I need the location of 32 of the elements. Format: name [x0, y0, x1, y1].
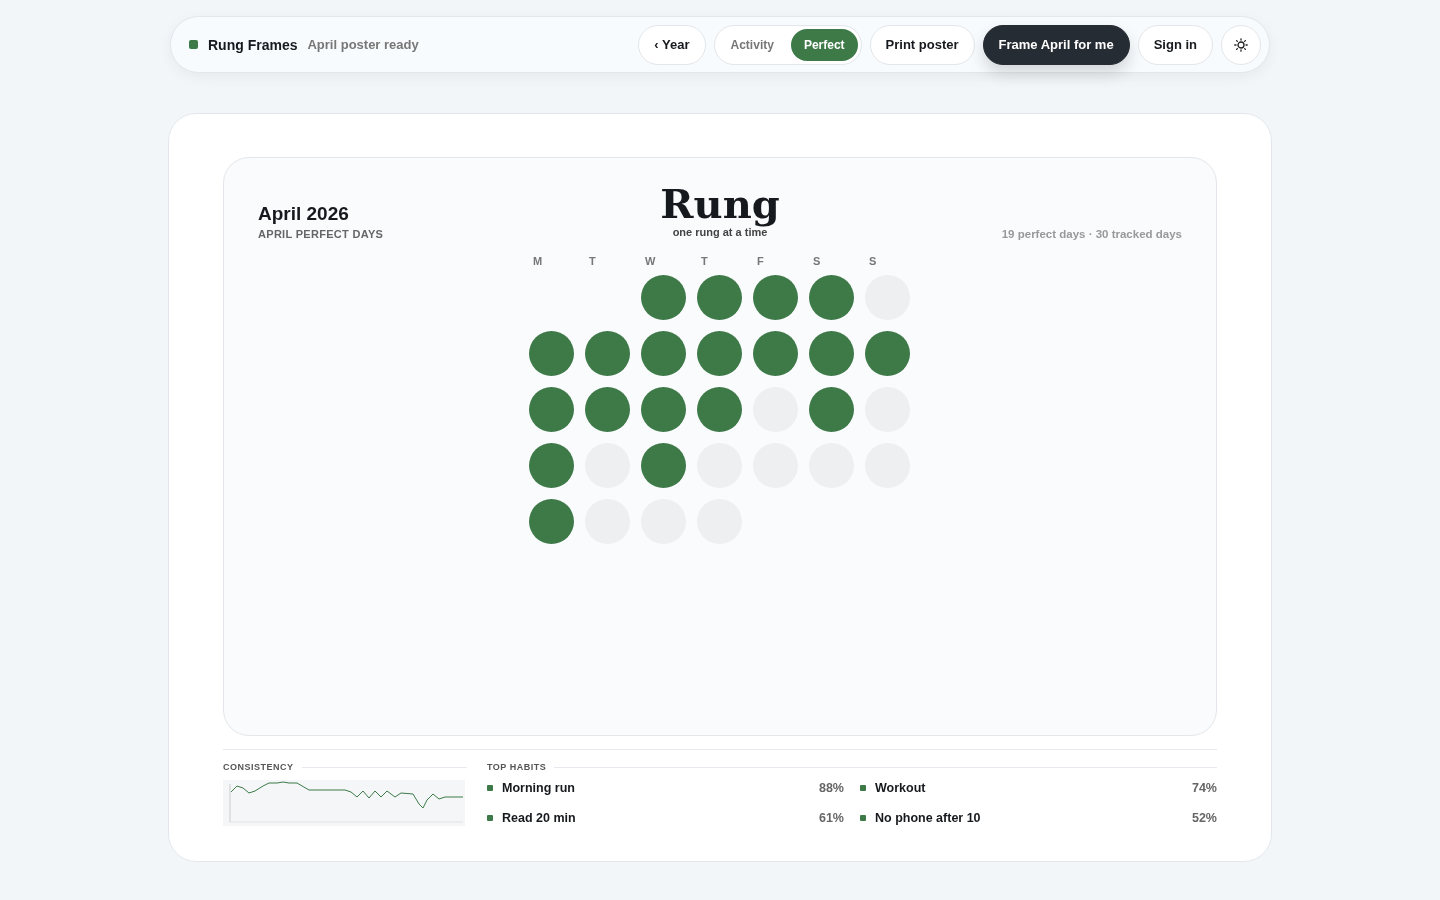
habit-percent: 52% — [1191, 811, 1217, 825]
sign-in-button[interactable]: Sign in — [1137, 24, 1213, 65]
habit-name: Read 20 min — [502, 811, 577, 825]
sun-icon — [1234, 37, 1248, 52]
habit-name: Morning run — [502, 781, 576, 795]
weekday-label: M — [532, 255, 544, 269]
summary-text: 19 perfect days · 30 tracked days — [1001, 228, 1182, 240]
habit-percent: 88% — [818, 781, 844, 795]
habit-percent: 74% — [1191, 781, 1217, 795]
poster-subtitle: APRIL PERFECT DAYS — [258, 228, 384, 240]
section-title: TOP HABITS — [487, 762, 547, 772]
weekday-label: F — [756, 255, 765, 269]
frame-button[interactable]: Frame April for me — [982, 24, 1130, 65]
print-button[interactable]: Print poster — [869, 24, 975, 65]
tagline: one rung at a time — [672, 226, 768, 238]
theme-button[interactable] — [1221, 24, 1261, 65]
weekday-label: T — [700, 255, 709, 269]
weekday-label: S — [812, 255, 822, 269]
status-text: April poster ready — [307, 37, 419, 52]
weekday-label: T — [588, 255, 597, 269]
logo-text: Rung — [660, 180, 780, 228]
weekday-label: S — [868, 255, 878, 269]
habit-percent: 61% — [818, 811, 844, 825]
mode-tab[interactable]: Activity — [717, 28, 787, 61]
habit-name: No phone after 10 — [875, 811, 982, 825]
year-button[interactable]: ‹ Year — [638, 24, 706, 65]
section-title: CONSISTENCY — [223, 762, 294, 772]
brand-name: Rung Frames — [208, 36, 298, 53]
mode-tab[interactable]: Perfect — [790, 28, 858, 61]
weekday-label: W — [644, 255, 657, 269]
habit-name: Workout — [875, 781, 927, 795]
month-title: April 2026 — [258, 203, 350, 225]
